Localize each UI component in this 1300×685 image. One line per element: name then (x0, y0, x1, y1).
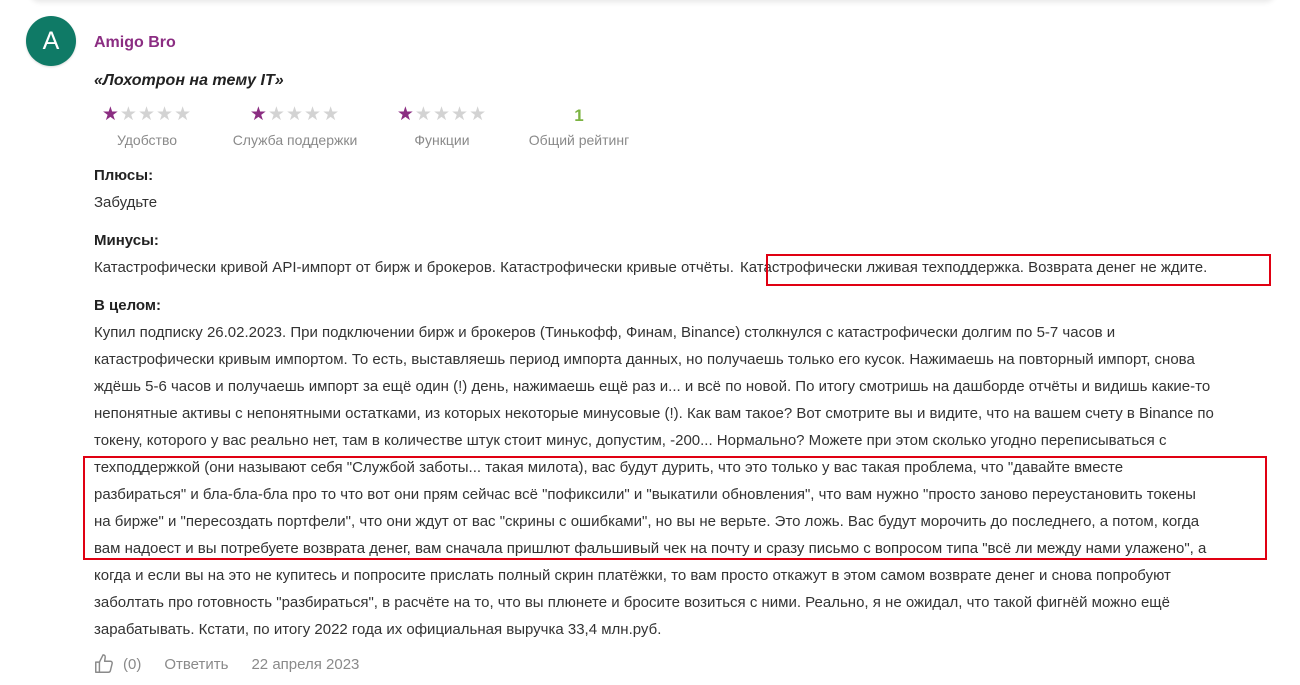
summary-line: на бирже" и "пересоздать портфели", что … (94, 513, 1200, 530)
review-title: «Лохотрон на тему IT» (94, 72, 284, 89)
summary-line: ждёшь 5-6 часов и получаешь импорт за ещ… (94, 378, 1211, 395)
rating-label: Общий рейтинг (528, 132, 630, 148)
like-count: (0) (123, 655, 142, 673)
summary-line: когда и если вы на это не купитесь и поп… (94, 567, 1171, 584)
thumbs-up-icon[interactable] (93, 653, 115, 675)
reply-button[interactable]: Ответить (164, 656, 228, 673)
star-empty-icon: ★ (156, 104, 175, 125)
pros-text: Забудьте (94, 194, 158, 211)
overall-rating-value: 1 (574, 106, 584, 125)
summary-line: заболтать про готовность "разбираться", … (94, 594, 1170, 611)
pros-label: Плюсы: (94, 167, 154, 184)
rating-overall: 1 Общий рейтинг (509, 106, 649, 148)
rating-label: Функции (414, 132, 470, 148)
rating-label: Удобство (116, 132, 178, 148)
summary-line: непонятные активы с непонятными остаткам… (94, 405, 1214, 422)
star-empty-icon: ★ (267, 104, 286, 125)
summary-line: зарабатывать. Кстати, по итогу 2022 года… (94, 621, 662, 638)
star-empty-icon: ★ (285, 104, 305, 125)
cons-text-highlighted: Катастрофически лживая техподдержка. Воз… (740, 259, 1208, 276)
summary-line: техподдержкой (они называют себя "Службо… (94, 459, 1124, 476)
star-rating-icon: ★★★★★ (77, 104, 217, 126)
rating-features: ★★★★★ Функции (372, 104, 512, 148)
star-empty-icon: ★ (119, 104, 138, 125)
star-empty-icon: ★ (451, 104, 470, 125)
rating-convenience: ★★★★★ Удобство (77, 104, 217, 148)
star-empty-icon: ★ (414, 104, 433, 125)
summary-line: катастрофически кривым импортом. То есть… (94, 351, 1195, 368)
summary-line: вам надоест и вы потребуете возврата ден… (94, 540, 1207, 557)
rating-label: Служба поддержки (232, 132, 358, 148)
star-rating-icon: ★★★★★ (225, 104, 365, 126)
star-empty-icon: ★ (432, 104, 452, 125)
summary-line: Купил подписку 26.02.2023. При подключен… (94, 324, 1116, 341)
star-empty-icon: ★ (322, 104, 341, 125)
summary-line: разбираться" и бла-бла-бла про то что во… (94, 486, 1196, 503)
star-empty-icon: ★ (174, 104, 193, 125)
star-empty-icon: ★ (469, 104, 488, 125)
avatar: A (26, 16, 76, 66)
rating-support: ★★★★★ Служба поддержки (225, 104, 365, 148)
star-empty-icon: ★ (304, 104, 323, 125)
summary-line: токену, которого у вас реально нет, там … (94, 432, 1167, 449)
author-name[interactable]: Amigo Bro (94, 34, 176, 52)
review-footer: (0) Ответить 22 апреля 2023 (93, 652, 359, 676)
summary-text: Купил подписку 26.02.2023. При подключен… (94, 319, 1274, 643)
star-empty-icon: ★ (137, 104, 157, 125)
cons-text-plain: Катастрофически кривой API-импорт от бир… (94, 259, 734, 276)
star-filled-icon: ★ (101, 104, 120, 125)
cons-text: Катастрофически кривой API-импорт от бир… (94, 259, 1207, 276)
star-filled-icon: ★ (396, 104, 415, 125)
review-date: 22 апреля 2023 (251, 655, 360, 673)
star-rating-icon: ★★★★★ (372, 104, 512, 126)
cons-label: Минусы: (94, 232, 159, 249)
summary-label: В целом: (94, 297, 161, 314)
star-filled-icon: ★ (249, 104, 268, 125)
